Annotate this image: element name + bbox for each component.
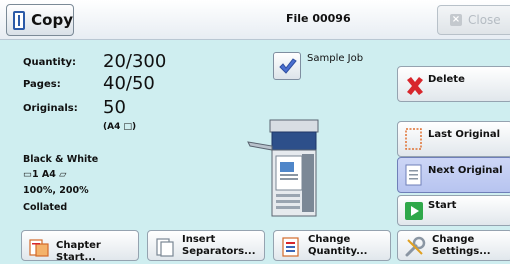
insert-label-line2: Separators... <box>182 246 256 257</box>
originals-label: Originals: <box>23 103 78 114</box>
header-bar: Copy File 00096 × Close <box>0 0 510 40</box>
close-label: Close <box>468 13 501 27</box>
insert-separators-button[interactable]: Insert Separators... <box>147 230 265 261</box>
next-original-button[interactable]: Next Original <box>397 157 510 193</box>
copy-icon <box>13 10 26 30</box>
copy-tab-label: Copy <box>31 11 73 29</box>
start-label: Start <box>428 200 457 211</box>
last-original-label: Last Original <box>428 129 501 140</box>
change-quantity-line1: Change <box>308 234 351 245</box>
change-quantity-line2: Quantity... <box>308 246 368 257</box>
start-button[interactable]: Start <box>397 195 510 226</box>
insert-separators-icon <box>156 238 174 257</box>
document-outline-icon <box>405 128 422 150</box>
change-quantity-icon <box>282 237 299 257</box>
copy-screen: Copy File 00096 × Close Quantity: 20/300… <box>0 0 510 264</box>
quantity-label: Quantity: <box>23 57 76 68</box>
wrench-icon <box>405 236 426 257</box>
change-settings-button[interactable]: Change Settings... <box>397 230 510 261</box>
delete-button[interactable]: Delete <box>397 66 510 102</box>
checkmark-icon <box>279 58 297 74</box>
finishing-setting: Collated <box>23 202 68 213</box>
next-original-label: Next Original <box>428 165 503 176</box>
close-icon: × <box>450 14 462 26</box>
chapter-start-icon <box>29 239 49 257</box>
delete-label: Delete <box>428 74 465 85</box>
change-settings-line1: Change <box>432 234 475 245</box>
chapter-start-button[interactable]: Chapter Start... <box>21 230 139 263</box>
pages-value: 40/50 <box>103 73 155 94</box>
delete-x-icon <box>407 77 423 95</box>
originals-size: (A4 □) <box>103 122 137 132</box>
file-title: File 00096 <box>286 12 351 25</box>
play-icon <box>405 202 423 220</box>
insert-label-line1: Insert <box>182 234 216 245</box>
sample-job-checkbox[interactable] <box>273 52 301 80</box>
sample-job-label: Sample Job <box>307 53 364 64</box>
paper-tray-setting: ▭1 A4 ▱ <box>23 169 67 180</box>
last-original-button[interactable]: Last Original <box>397 121 510 157</box>
pages-label: Pages: <box>23 79 61 90</box>
copy-tab[interactable]: Copy <box>6 4 74 36</box>
reduce-enlarge-setting: 100%, 200% <box>23 185 89 196</box>
color-mode-setting: Black & White <box>23 154 99 165</box>
chapter-start-label: Chapter Start... <box>56 240 101 263</box>
originals-value: 50 <box>103 97 126 118</box>
change-quantity-button[interactable]: Change Quantity... <box>273 230 391 261</box>
change-settings-line2: Settings... <box>432 246 491 257</box>
copier-machine-icon <box>247 119 319 217</box>
quantity-value: 20/300 <box>103 51 167 72</box>
close-button[interactable]: × Close <box>437 5 510 35</box>
document-stack-icon <box>405 164 422 186</box>
